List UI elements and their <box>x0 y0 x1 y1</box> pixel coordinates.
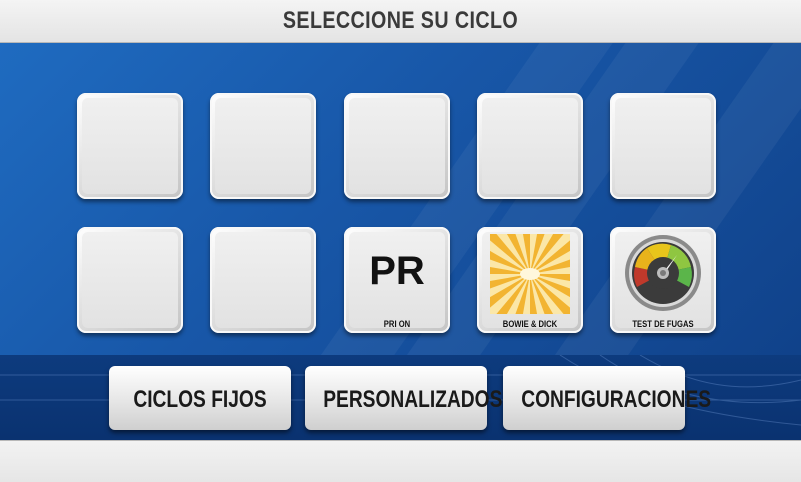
cycle-slot-empty[interactable] <box>610 93 716 199</box>
cycle-slot-empty[interactable] <box>77 93 183 199</box>
button-label: PERSONALIZADOS <box>323 386 503 413</box>
cycle-slot-empty[interactable] <box>210 227 316 333</box>
button-label: CICLOS FIJOS <box>133 386 267 413</box>
ciclos-fijos-button[interactable]: CICLOS FIJOS <box>109 366 291 430</box>
title-bar: SELECCIONE SU CICLO <box>0 0 801 43</box>
cycle-slot-empty[interactable] <box>210 93 316 199</box>
cycle-slot-empty[interactable] <box>344 93 450 199</box>
pr-icon: PR <box>369 249 425 293</box>
personalizados-button[interactable]: PERSONALIZADOS <box>305 366 503 430</box>
cycle-slot-empty[interactable] <box>77 227 183 333</box>
slot-face <box>215 232 311 328</box>
slot-face <box>482 98 578 194</box>
slot-face <box>349 98 445 194</box>
cycle-caption: PRI ON <box>383 319 411 329</box>
cycle-slot-empty[interactable] <box>477 93 583 199</box>
cycle-caption: TEST DE FUGAS <box>632 319 694 329</box>
page-title: SELECCIONE SU CICLO <box>282 7 519 34</box>
slot-face <box>615 98 711 194</box>
cycle-bowie-dick-button[interactable]: BOWIE & DICK <box>477 227 583 333</box>
cycle-pri-on-button[interactable]: PR PRI ON <box>344 227 450 333</box>
footer-bar <box>0 440 801 482</box>
slot-face <box>215 98 311 194</box>
slot-face <box>82 98 178 194</box>
slot-face <box>82 232 178 328</box>
sunburst-icon <box>490 234 570 314</box>
configuraciones-button[interactable]: CONFIGURACIONES <box>503 366 712 430</box>
cycle-caption: BOWIE & DICK <box>502 319 558 329</box>
button-label: CONFIGURACIONES <box>521 386 712 413</box>
cycle-test-fugas-button[interactable]: TEST DE FUGAS <box>610 227 716 333</box>
pressure-gauge-icon <box>625 235 701 311</box>
